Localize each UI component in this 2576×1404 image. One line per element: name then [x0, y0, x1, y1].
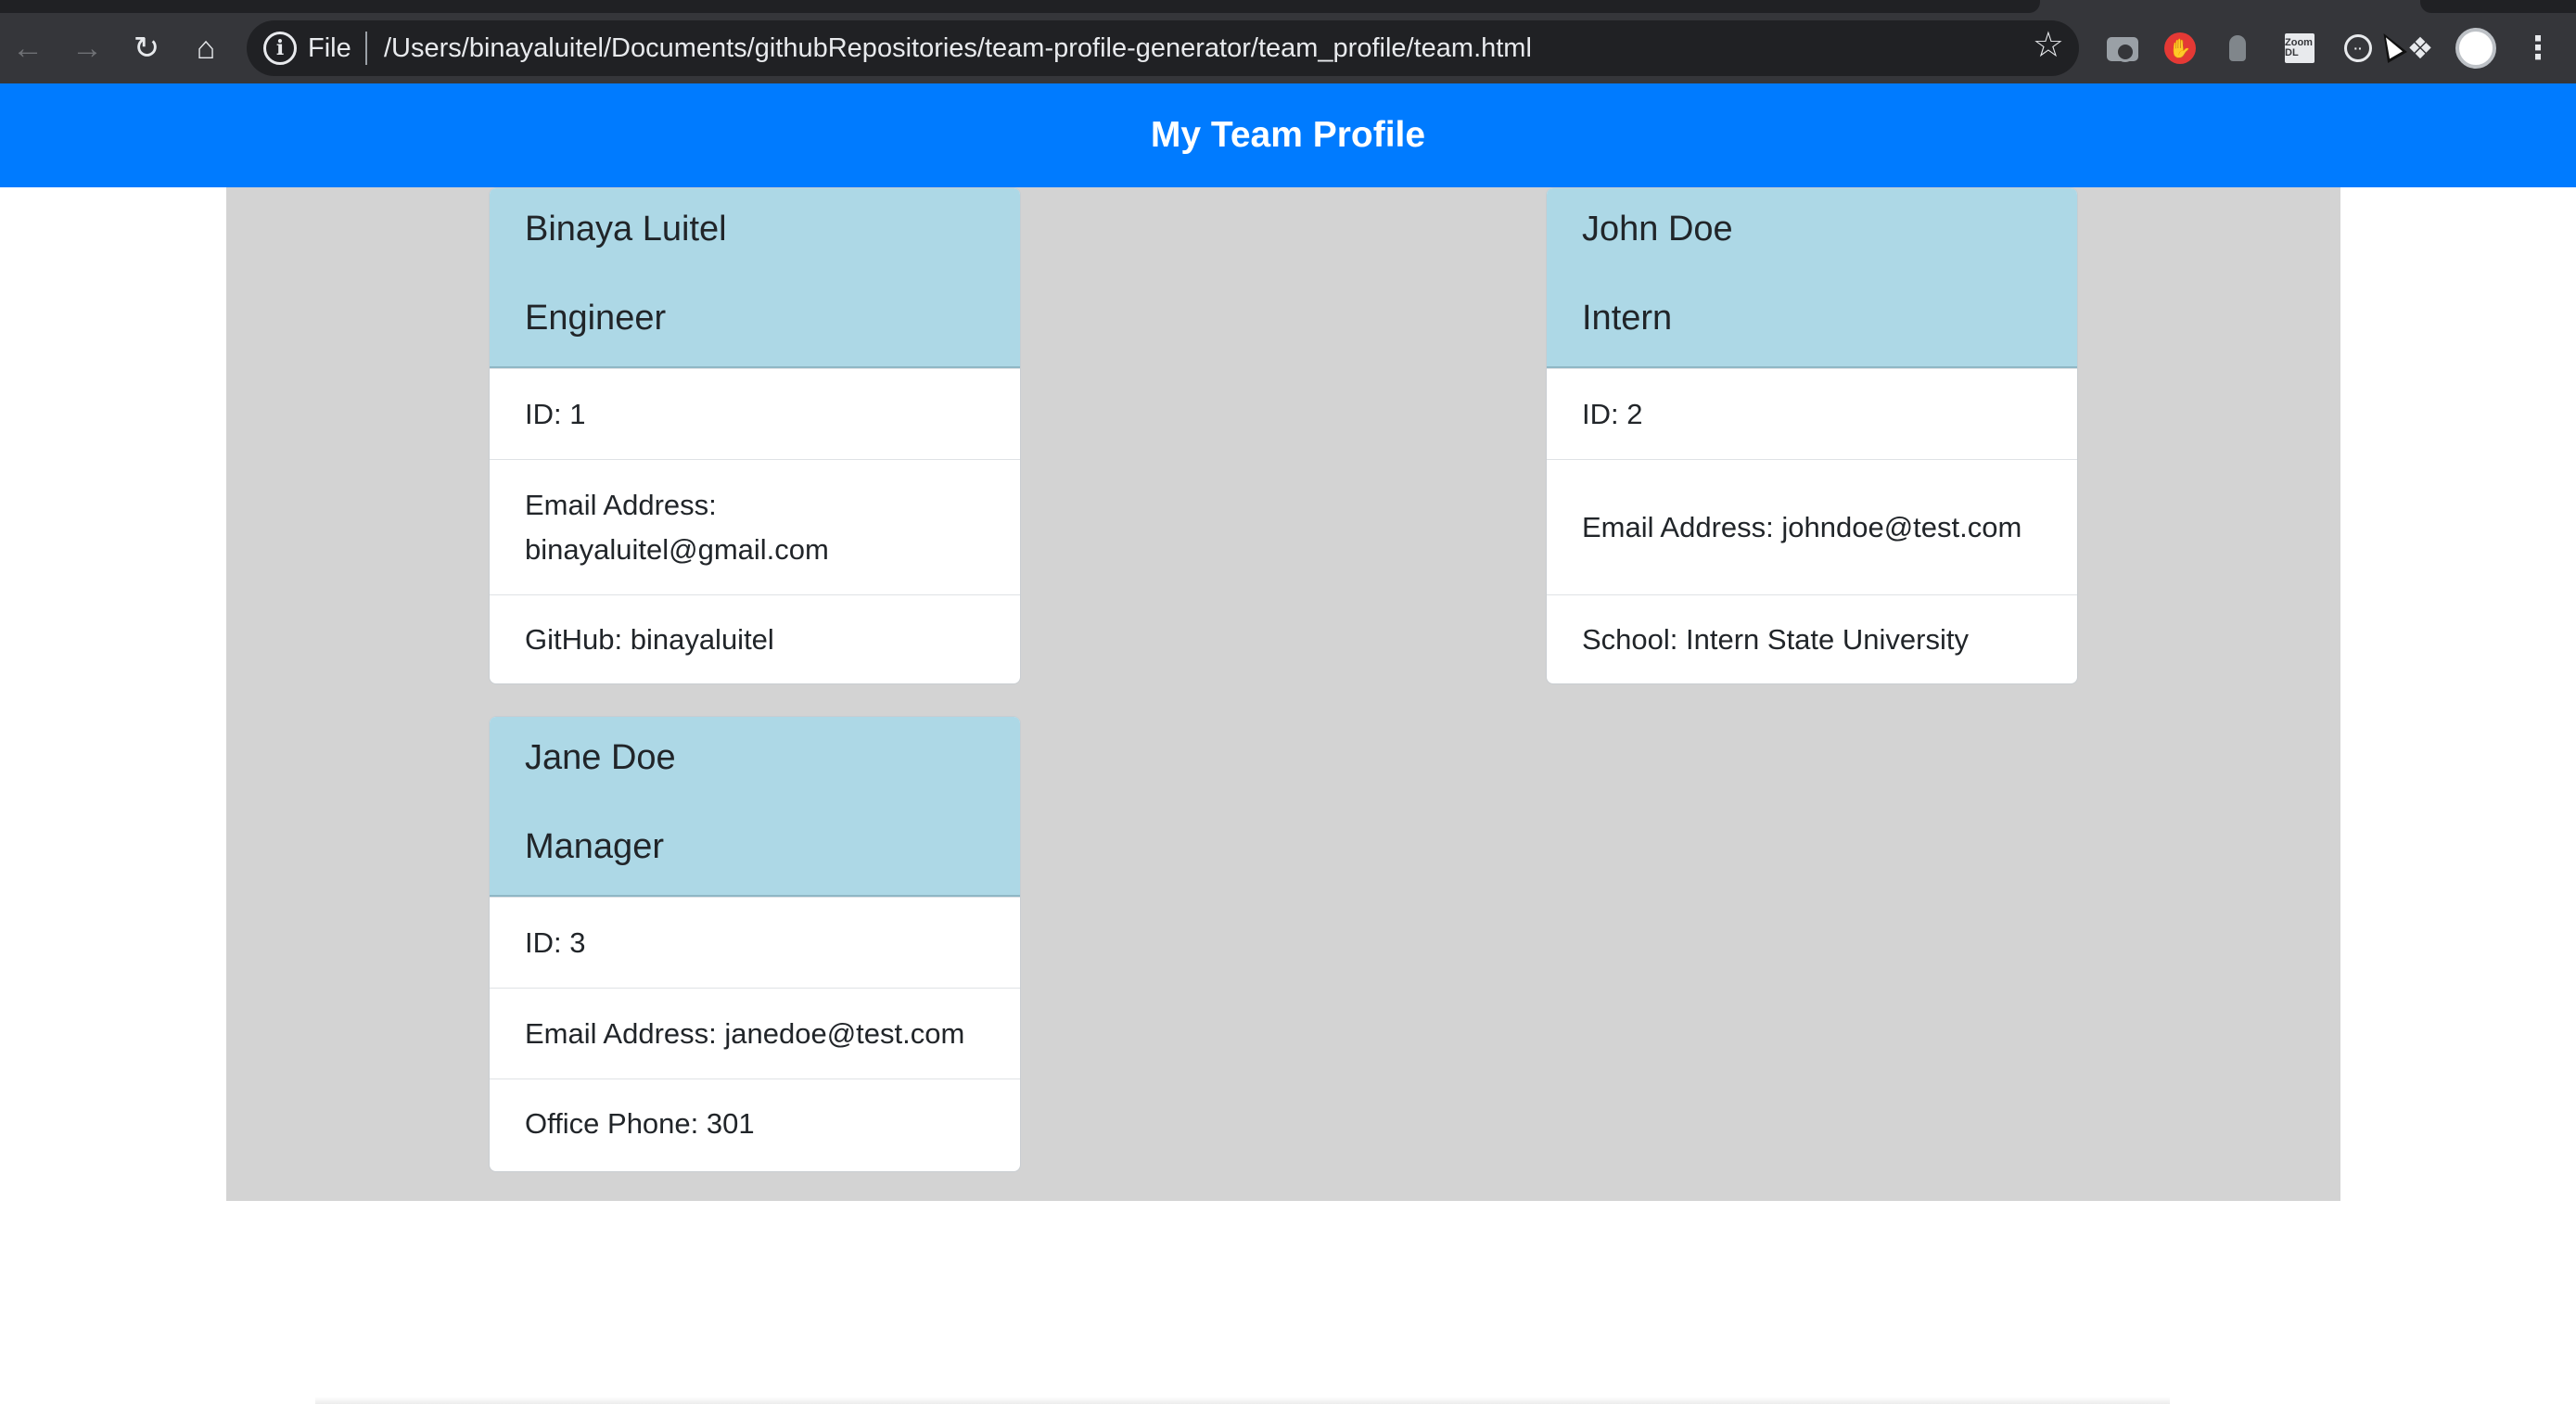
extension-icon[interactable] [2229, 35, 2246, 61]
employee-card: Jane Doe Manager ID: 3 Email Address: ja… [489, 716, 1021, 1172]
employee-id: ID: 1 [490, 368, 1020, 459]
employee-email: Email Address: binayaluitel@gmail.com [490, 459, 1020, 594]
stop-extension-icon[interactable]: ✋ [2164, 32, 2196, 64]
round-extension-icon[interactable]: ·· [2344, 34, 2372, 62]
address-bar[interactable]: i File /Users/binayaluitel/Documents/git… [247, 20, 2079, 76]
url-scheme-label: File [308, 33, 351, 63]
bookmark-star-icon[interactable]: ☆ [2033, 28, 2064, 63]
home-icon[interactable]: ⌂ [180, 22, 232, 74]
card-header: Jane Doe Manager [490, 717, 1020, 897]
employee-name: John Doe [1582, 210, 1733, 249]
employee-id: ID: 2 [1547, 368, 2077, 459]
card-header: John Doe Intern [1547, 188, 2077, 368]
employee-card: Binaya Luitel Engineer ID: 1 Email Addre… [489, 187, 1021, 684]
forward-icon[interactable]: → [61, 22, 113, 74]
back-icon[interactable]: ← [2, 22, 54, 74]
camera-extension-icon[interactable] [2107, 37, 2138, 62]
employee-role: Engineer [525, 299, 667, 338]
profile-avatar[interactable] [2455, 28, 2496, 69]
employee-school: School: Intern State University [1547, 594, 2077, 683]
page-header: My Team Profile [0, 83, 2576, 187]
card-header: Binaya Luitel Engineer [490, 188, 1020, 368]
tab-strip [0, 0, 2040, 13]
url-text[interactable]: /Users/binayaluitel/Documents/githubRepo… [384, 33, 1532, 64]
employee-name: Binaya Luitel [525, 210, 727, 249]
team-container: Binaya Luitel Engineer ID: 1 Email Addre… [226, 187, 2340, 1201]
employee-office-phone: Office Phone: 301 [490, 1079, 1020, 1168]
employee-github: GitHub: binayaluitel [490, 594, 1020, 683]
employee-id: ID: 3 [490, 897, 1020, 988]
page-title: My Team Profile [1150, 115, 1426, 155]
reload-icon[interactable]: ↻ [121, 22, 172, 74]
puzzle-extensions-icon[interactable]: ❖ [2402, 30, 2439, 67]
employee-role: Manager [525, 827, 664, 866]
employee-email: Email Address: janedoe@test.com [490, 988, 1020, 1079]
info-icon[interactable]: i [263, 32, 297, 65]
page-bottom-edge [315, 1397, 2170, 1404]
more-menu-icon[interactable]: ⋮ [2522, 22, 2554, 74]
employee-name: Jane Doe [525, 738, 676, 777]
tab-strip-right [2420, 0, 2576, 13]
omnibox-divider [365, 32, 367, 65]
browser-toolbar: ← → ↻ ⌂ i File /Users/binayaluitel/Docum… [0, 0, 2576, 83]
employee-card: John Doe Intern ID: 2 Email Address: joh… [1546, 187, 2078, 684]
employee-role: Intern [1582, 299, 1673, 338]
zoom-extension-icon[interactable]: Zoom DL [2285, 33, 2315, 63]
employee-email: Email Address: johndoe@test.com [1547, 459, 2077, 594]
